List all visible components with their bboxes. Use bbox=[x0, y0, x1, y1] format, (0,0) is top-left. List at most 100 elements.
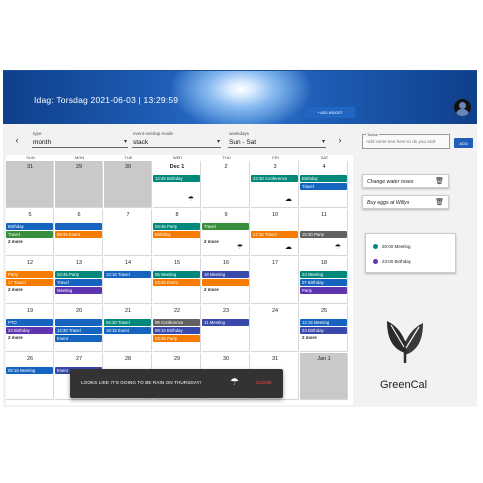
calendar-event[interactable]: Birthday bbox=[6, 223, 53, 230]
calendar-event[interactable]: Travel bbox=[6, 231, 53, 238]
calendar-day-cell[interactable]: 18 23 Meeting 07 Birthday Party bbox=[300, 257, 348, 304]
calendar-event[interactable]: Travel bbox=[300, 183, 347, 190]
more-events-link[interactable]: 2 more bbox=[8, 335, 23, 340]
calendar-event[interactable] bbox=[55, 319, 102, 326]
calendar-event[interactable]: Party bbox=[6, 271, 53, 278]
calendar-event[interactable]: 23:45 Party bbox=[55, 271, 102, 278]
calendar-event[interactable] bbox=[104, 231, 151, 238]
trash-icon[interactable]: 🗑 bbox=[435, 198, 444, 206]
trash-icon[interactable]: 🗑 bbox=[435, 177, 444, 185]
day-number[interactable]: 7 bbox=[104, 212, 152, 218]
calendar-event[interactable]: Birthday bbox=[153, 231, 200, 238]
day-number[interactable]: 6 bbox=[55, 212, 103, 218]
weekdays-select[interactable]: weekdays Sun - Sat ▾ bbox=[228, 131, 326, 148]
calendar-day-cell[interactable]: 4 Birthday Travel bbox=[300, 161, 348, 208]
calendar-event[interactable] bbox=[202, 231, 249, 238]
calendar-event[interactable]: PTO bbox=[6, 319, 53, 326]
calendar-event[interactable]: 17 Travel bbox=[6, 279, 53, 286]
calendar-day-cell[interactable]: 15 06 Meeting 23:45 Event bbox=[153, 257, 201, 304]
prev-month-button[interactable]: ‹ bbox=[12, 135, 22, 145]
calendar-event[interactable]: 12:15 Meeting bbox=[300, 319, 347, 326]
day-number[interactable]: 24 bbox=[251, 308, 299, 314]
calendar-event[interactable]: 18 Meeting bbox=[202, 271, 249, 278]
day-number[interactable]: 18 bbox=[300, 260, 348, 266]
day-number[interactable]: 16 bbox=[202, 260, 250, 266]
day-number[interactable]: 21 bbox=[104, 308, 152, 314]
calendar-event[interactable]: 23 Birthday bbox=[6, 327, 53, 334]
day-number[interactable]: 8 bbox=[153, 212, 201, 218]
day-number[interactable]: 13 bbox=[55, 260, 103, 266]
day-number[interactable]: 17 bbox=[251, 260, 299, 266]
day-number[interactable]: 26 bbox=[6, 356, 54, 362]
calendar-day-cell[interactable]: 11 15:30 Party ☂ bbox=[300, 209, 348, 256]
day-number[interactable]: 29 bbox=[153, 356, 201, 362]
day-number[interactable]: 3 bbox=[251, 164, 299, 170]
day-number[interactable]: 19 bbox=[6, 308, 54, 314]
add-widget-button[interactable]: + ADD WIDGET bbox=[305, 107, 355, 118]
calendar-day-cell[interactable]: 3 23:30 Conference ☁ bbox=[251, 161, 299, 208]
calendar-event[interactable] bbox=[55, 223, 102, 230]
calendar-event[interactable]: 23:30 Conference bbox=[251, 175, 298, 182]
calendar-day-cell[interactable]: 29 bbox=[55, 161, 103, 208]
day-number[interactable]: 15 bbox=[153, 260, 201, 266]
day-number[interactable]: 20 bbox=[55, 308, 103, 314]
calendar-day-cell[interactable]: 5 Birthday Travel 2 more bbox=[6, 209, 54, 256]
calendar-day-cell[interactable]: 6 09:45 Event bbox=[55, 209, 103, 256]
calendar-event[interactable]: 23 Meeting bbox=[300, 271, 347, 278]
day-number[interactable]: 10 bbox=[251, 212, 299, 218]
calendar-event[interactable]: 15:30 Party bbox=[300, 231, 347, 238]
more-events-link[interactable]: 2 more bbox=[8, 287, 23, 292]
calendar-day-cell[interactable]: 19 PTO 23 Birthday 2 more bbox=[6, 305, 54, 352]
calendar-day-cell[interactable]: Dec 1 12:45 Birthday ☂ bbox=[153, 161, 201, 208]
calendar-event[interactable]: 11 Meeting bbox=[202, 319, 249, 326]
day-number[interactable]: 29 bbox=[55, 164, 103, 170]
calendar-day-cell[interactable]: 22 08 Conference 08:15 Birthday 23:45 Party bbox=[153, 305, 201, 352]
calendar-event[interactable]: 08 Conference bbox=[153, 319, 200, 326]
overlap-mode-select[interactable]: event-overlap-mode stack ▾ bbox=[132, 131, 221, 148]
calendar-event[interactable]: 04:45 Party bbox=[153, 223, 200, 230]
calendar-event[interactable]: 09:45 Event bbox=[55, 231, 102, 238]
day-number[interactable]: 31 bbox=[6, 164, 54, 170]
calendar-event[interactable]: 23:45 Event bbox=[153, 279, 200, 286]
day-number[interactable]: 12 bbox=[6, 260, 54, 266]
calendar-event[interactable]: Meeting bbox=[55, 287, 102, 294]
calendar-day-cell[interactable]: 13 23:45 Party Travel Meeting bbox=[55, 257, 103, 304]
calendar-day-cell[interactable]: 20 14:30 Travel Event bbox=[55, 305, 103, 352]
day-number[interactable]: 28 bbox=[104, 356, 152, 362]
calendar-event[interactable]: 06:15 Meeting bbox=[6, 367, 53, 374]
more-events-link[interactable]: 2 more bbox=[302, 335, 317, 340]
day-number[interactable]: 5 bbox=[6, 212, 54, 218]
calendar-day-cell[interactable]: Jan 1 bbox=[300, 353, 348, 400]
calendar-event[interactable]: 06 Meeting bbox=[153, 271, 200, 278]
calendar-event[interactable]: Event bbox=[55, 335, 102, 342]
calendar-event[interactable]: 08:15 Birthday bbox=[153, 327, 200, 334]
more-events-link[interactable]: 2 more bbox=[204, 239, 219, 244]
type-select[interactable]: type month ▾ bbox=[32, 131, 128, 148]
calendar-day-cell[interactable]: 14 13:15 Travel bbox=[104, 257, 152, 304]
todo-field[interactable]: Todos bbox=[362, 132, 450, 149]
calendar-event[interactable]: 18:15 Event bbox=[104, 327, 151, 334]
calendar-event[interactable]: 13:15 Travel bbox=[104, 271, 151, 278]
day-number[interactable]: 22 bbox=[153, 308, 201, 314]
calendar-event[interactable]: Travel bbox=[55, 279, 102, 286]
calendar-event[interactable]: 14:30 Travel bbox=[55, 327, 102, 334]
day-number[interactable]: 30 bbox=[202, 356, 250, 362]
next-month-button[interactable]: › bbox=[335, 135, 345, 145]
todo-add-button[interactable]: ADD bbox=[454, 138, 473, 148]
calendar-event[interactable] bbox=[300, 223, 347, 230]
calendar-day-cell[interactable]: 23 11 Meeting bbox=[202, 305, 250, 352]
calendar-event[interactable]: 12:45 Birthday bbox=[153, 175, 200, 182]
todo-item[interactable]: Change water roses 🗑 bbox=[362, 174, 449, 188]
todo-input[interactable] bbox=[366, 139, 448, 144]
more-events-link[interactable]: 2 more bbox=[8, 239, 23, 244]
day-number[interactable]: 14 bbox=[104, 260, 152, 266]
calendar-event[interactable]: 07 Birthday bbox=[300, 279, 347, 286]
day-number[interactable]: 11 bbox=[300, 212, 348, 218]
day-number[interactable]: 25 bbox=[300, 308, 348, 314]
day-number[interactable]: 23 bbox=[202, 308, 250, 314]
day-number[interactable]: Dec 1 bbox=[153, 164, 201, 170]
calendar-event[interactable] bbox=[202, 279, 249, 286]
calendar-day-cell[interactable]: 7 bbox=[104, 209, 152, 256]
calendar-event[interactable]: 23 Birthday bbox=[300, 327, 347, 334]
calendar-event[interactable] bbox=[104, 223, 151, 230]
